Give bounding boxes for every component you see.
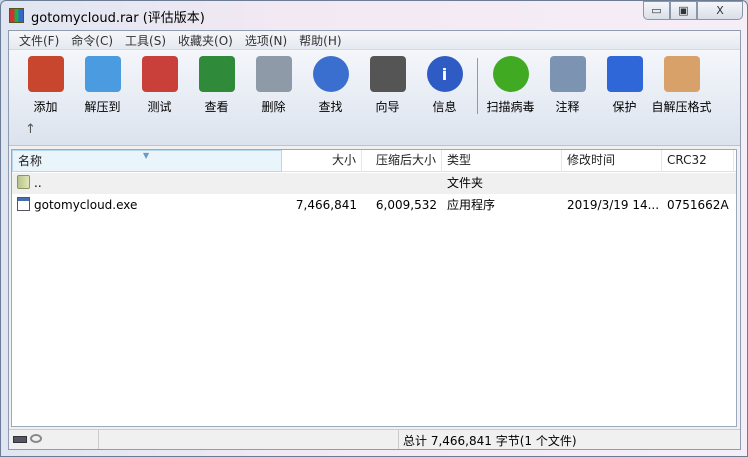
list-header: ▼ 名称 大小 压缩后大小 类型 修改时间 CRC32	[12, 150, 736, 172]
find-magnifier-icon	[312, 56, 349, 92]
client-area: 文件(F) 命令(C) 工具(S) 收藏夹(O) 选项(N) 帮助(H) 添加 解…	[8, 30, 741, 450]
toolbar-label: 扫描病毒	[486, 100, 535, 114]
up-folder-button[interactable]: ↑	[25, 122, 36, 137]
toolbar-button-test-clipboard[interactable]: 测试	[131, 56, 188, 115]
menu-favorites[interactable]: 收藏夹(O)	[172, 31, 239, 49]
file-name: ..	[34, 176, 42, 190]
toolbar-separator	[477, 58, 478, 114]
toolbar-label: 测试	[147, 100, 172, 114]
status-total: 总计 7,466,841 字节(1 个文件)	[403, 434, 577, 448]
comment-icon	[549, 56, 586, 92]
menu-bar: 文件(F) 命令(C) 工具(S) 收藏夹(O) 选项(N) 帮助(H)	[9, 31, 740, 50]
close-button[interactable]: X	[697, 1, 743, 20]
file-packed: 6,009,532	[375, 198, 437, 212]
table-row[interactable]: gotomycloud.exe 7,466,841 6,009,532 应用程序…	[12, 195, 736, 216]
exe-file-icon	[17, 197, 30, 211]
menu-file[interactable]: 文件(F)	[13, 31, 65, 49]
extract-folder-icon	[84, 56, 121, 92]
column-packed[interactable]: 压缩后大小	[362, 150, 442, 172]
toolbar-label: 删除	[261, 100, 286, 114]
toolbar-label: 查找	[318, 100, 343, 114]
title-bar: gotomycloud.rar (评估版本) ▭ ▣ X	[1, 1, 747, 29]
column-size[interactable]: 大小	[282, 150, 362, 172]
drive-icon[interactable]	[13, 436, 27, 443]
file-list: ▼ 名称 大小 压缩后大小 类型 修改时间 CRC32 .. 文件夹 gotomy…	[11, 149, 737, 427]
menu-options[interactable]: 选项(N)	[239, 31, 293, 49]
sort-arrow-icon: ▼	[143, 151, 150, 160]
add-archive-icon	[27, 56, 64, 92]
file-type: 应用程序	[447, 198, 496, 212]
column-modified[interactable]: 修改时间	[562, 150, 662, 172]
menu-commands[interactable]: 命令(C)	[65, 31, 119, 49]
minimize-button[interactable]: ▭	[643, 1, 670, 20]
toolbar-button-view-book[interactable]: 查看	[188, 56, 245, 115]
column-type[interactable]: 类型	[442, 150, 562, 172]
test-clipboard-icon	[141, 56, 178, 92]
winrar-app-icon	[9, 8, 24, 23]
file-crc	[662, 173, 734, 194]
toolbar-button-wizard-wand[interactable]: 向导	[359, 56, 416, 115]
toolbar-label: 自解压格式	[651, 100, 712, 114]
winrar-window: gotomycloud.rar (评估版本) ▭ ▣ X 文件(F) 命令(C)…	[0, 0, 748, 457]
folder-icon	[17, 175, 30, 189]
maximize-button[interactable]: ▣	[670, 1, 697, 20]
file-name: gotomycloud.exe	[34, 198, 138, 212]
toolbar-label: 信息	[432, 100, 457, 114]
trash-icon	[255, 56, 292, 92]
status-bar: 总计 7,466,841 字节(1 个文件)	[9, 429, 740, 449]
toolbar-label: 添加	[33, 100, 58, 114]
toolbar-button-trash[interactable]: 删除	[245, 56, 302, 115]
toolbar-label: 解压到	[84, 100, 121, 114]
file-size: 7,466,841	[295, 198, 357, 212]
menu-help[interactable]: 帮助(H)	[293, 31, 347, 49]
table-row-parent[interactable]: .. 文件夹	[12, 173, 736, 194]
sfx-box-icon	[663, 56, 700, 92]
key-icon[interactable]	[30, 434, 42, 443]
toolbar-button-find-magnifier[interactable]: 查找	[302, 56, 359, 115]
menu-tools[interactable]: 工具(S)	[119, 31, 172, 49]
toolbar: 添加 解压到 测试 查看 删除 查找 向导 i 信息 扫描病毒 注释 保护 自解压格式 ↑	[9, 50, 740, 146]
toolbar-button-comment[interactable]: 注释	[539, 56, 596, 115]
file-size	[282, 173, 362, 194]
toolbar-label: 保护	[612, 100, 637, 114]
toolbar-button-add-archive[interactable]: 添加	[17, 56, 74, 115]
toolbar-button-shield[interactable]: 保护	[596, 56, 653, 115]
file-crc: 0751662A	[667, 198, 729, 212]
file-modified	[562, 173, 662, 194]
column-crc32[interactable]: CRC32	[662, 150, 734, 172]
view-book-icon	[198, 56, 235, 92]
toolbar-button-sfx-box[interactable]: 自解压格式	[651, 56, 712, 115]
toolbar-label: 向导	[375, 100, 400, 114]
file-modified: 2019/3/19 14...	[567, 198, 660, 212]
virus-scan-icon	[492, 56, 529, 92]
toolbar-label: 注释	[555, 100, 580, 114]
toolbar-label: 查看	[204, 100, 229, 114]
wizard-wand-icon	[369, 56, 406, 92]
shield-icon	[606, 56, 643, 92]
file-type: 文件夹	[447, 176, 484, 190]
file-packed	[362, 173, 442, 194]
toolbar-button-virus-scan[interactable]: 扫描病毒	[482, 56, 539, 115]
info-icon: i	[426, 56, 463, 92]
column-name[interactable]: ▼ 名称	[12, 150, 282, 172]
toolbar-button-info[interactable]: i 信息	[416, 56, 473, 115]
toolbar-button-extract-folder[interactable]: 解压到	[74, 56, 131, 115]
window-title: gotomycloud.rar (评估版本)	[31, 11, 205, 26]
column-label: 名称	[18, 154, 43, 168]
